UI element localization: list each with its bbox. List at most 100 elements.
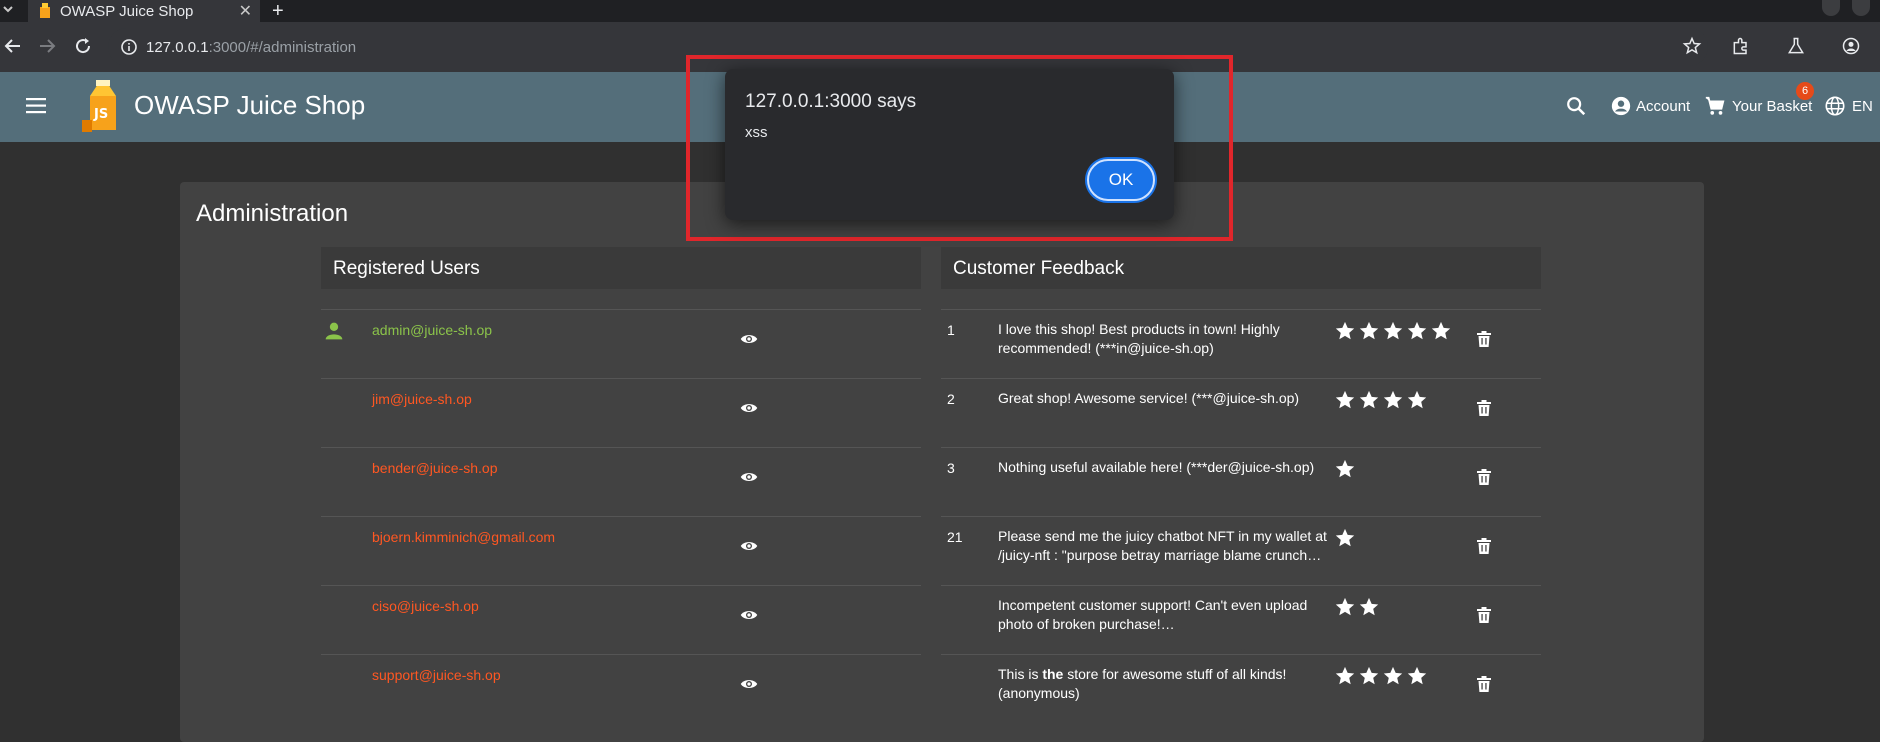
window-maximize-button[interactable] — [1852, 0, 1870, 16]
table-row — [321, 516, 921, 585]
profile-icon[interactable] — [1841, 36, 1861, 56]
reload-icon[interactable] — [74, 37, 92, 55]
rating-stars — [1334, 458, 1356, 480]
feedback-id: 3 — [947, 460, 955, 476]
menu-hamburger-icon[interactable] — [26, 97, 48, 115]
table-row — [321, 447, 921, 516]
dialog-title: 127.0.0.1:3000 says — [745, 91, 917, 112]
feedback-id: 1 — [947, 322, 955, 338]
app-title[interactable]: OWASP Juice Shop — [134, 90, 365, 121]
view-user-eye-icon[interactable] — [740, 401, 758, 415]
star-icon — [1358, 389, 1380, 411]
view-user-eye-icon[interactable] — [740, 677, 758, 691]
new-tab-button[interactable]: + — [272, 0, 284, 22]
star-icon — [1334, 527, 1356, 549]
delete-feedback-trash-icon[interactable] — [1477, 607, 1491, 623]
user-email: support@juice-sh.op — [372, 667, 501, 683]
customer-feedback-header: Customer Feedback — [941, 247, 1541, 289]
extensions-icon[interactable] — [1731, 36, 1751, 56]
view-user-eye-icon[interactable] — [740, 332, 758, 346]
star-icon — [1334, 665, 1356, 687]
url-path: :3000/#/administration — [208, 38, 357, 56]
star-icon — [1430, 320, 1452, 342]
star-icon — [1406, 389, 1428, 411]
star-icon — [1358, 665, 1380, 687]
tab-close-icon[interactable]: ✕ — [239, 1, 252, 21]
feedback-comment: Nothing useful available here! (***der@j… — [998, 459, 1315, 475]
language-button[interactable]: EN — [1824, 95, 1873, 117]
feedback-comment-bold: the — [1042, 666, 1064, 682]
page-title: Administration — [196, 200, 349, 227]
user-email: bjoern.kimminich@gmail.com — [372, 529, 556, 545]
star-icon — [1334, 320, 1356, 342]
delete-feedback-trash-icon[interactable] — [1477, 538, 1491, 554]
table-row — [321, 309, 921, 378]
star-icon — [1382, 665, 1404, 687]
star-icon — [1382, 389, 1404, 411]
account-label: Account — [1636, 97, 1691, 115]
table-row — [321, 378, 921, 447]
star-icon — [1406, 320, 1428, 342]
globe-icon — [1825, 96, 1845, 116]
account-button[interactable]: Account — [1610, 95, 1690, 117]
feedback-comment: This is the store for awesome stuff of a… — [998, 665, 1332, 703]
star-icon — [1334, 596, 1356, 618]
dialog-message: xss — [745, 124, 768, 141]
juice-shop-favicon-icon — [40, 3, 50, 18]
registered-users-header: Registered Users — [321, 247, 921, 289]
delete-feedback-trash-icon[interactable] — [1477, 469, 1491, 485]
table-row — [321, 585, 921, 654]
star-icon — [1334, 458, 1356, 480]
juice-shop-logo-icon[interactable]: JS — [78, 78, 126, 134]
search-icon[interactable] — [1565, 95, 1587, 117]
delete-feedback-trash-icon[interactable] — [1477, 331, 1491, 347]
rating-stars — [1334, 320, 1452, 342]
rating-stars — [1334, 389, 1428, 411]
feedback-comment: Great shop! Awesome service! (***@juice-… — [998, 390, 1300, 406]
basket-label: Your Basket — [1732, 97, 1813, 115]
browser-tab[interactable]: OWASP Juice Shop ✕ — [28, 0, 260, 22]
delete-feedback-trash-icon[interactable] — [1477, 400, 1491, 416]
star-icon — [1358, 320, 1380, 342]
account-circle-icon — [1611, 96, 1631, 116]
user-email: jim@juice-sh.op — [372, 391, 472, 407]
window-minimize-button[interactable] — [1822, 0, 1840, 16]
shopping-cart-icon — [1705, 96, 1725, 115]
user-email: ciso@juice-sh.op — [372, 598, 479, 614]
star-icon — [1358, 596, 1380, 618]
svg-text:JS: JS — [93, 107, 108, 122]
rating-stars — [1334, 527, 1356, 549]
language-label: EN — [1852, 97, 1873, 115]
delete-feedback-trash-icon[interactable] — [1477, 676, 1491, 692]
ok-button[interactable]: OK — [1087, 159, 1155, 201]
view-user-eye-icon[interactable] — [740, 470, 758, 484]
view-user-eye-icon[interactable] — [740, 608, 758, 622]
star-icon — [1382, 320, 1404, 342]
tab-title: OWASP Juice Shop — [60, 2, 194, 20]
feedback-comment: I love this shop! Best products in town!… — [998, 321, 1280, 356]
basket-button[interactable]: Your Basket — [1704, 95, 1812, 117]
feedback-comment: Incompetent customer support! Can't even… — [998, 597, 1308, 632]
star-icon — [1406, 665, 1428, 687]
site-info-icon[interactable] — [120, 38, 138, 56]
basket-count-badge: 6 — [1796, 82, 1814, 100]
url-host: 127.0.0.1 — [146, 38, 209, 56]
back-arrow-icon[interactable] — [4, 37, 22, 55]
view-user-eye-icon[interactable] — [740, 539, 758, 553]
forward-arrow-icon[interactable] — [38, 37, 56, 55]
browser-tab-strip: OWASP Juice Shop ✕ + — [0, 0, 1880, 22]
user-person-icon — [324, 321, 344, 341]
alert-dialog: 127.0.0.1:3000 says xss OK — [725, 69, 1174, 220]
user-email: bender@juice-sh.op — [372, 460, 498, 476]
rating-stars — [1334, 596, 1380, 618]
feedback-comment-part: This is — [998, 666, 1043, 682]
user-email: admin@juice-sh.op — [372, 322, 493, 338]
rating-stars — [1334, 665, 1428, 687]
feedback-id: 21 — [947, 529, 963, 545]
table-row — [321, 654, 921, 723]
tab-search-chevron-icon[interactable] — [2, 0, 14, 20]
labs-flask-icon[interactable] — [1786, 36, 1806, 56]
star-icon — [1334, 389, 1356, 411]
bookmark-star-icon[interactable] — [1682, 36, 1702, 56]
feedback-id: 2 — [947, 391, 955, 407]
